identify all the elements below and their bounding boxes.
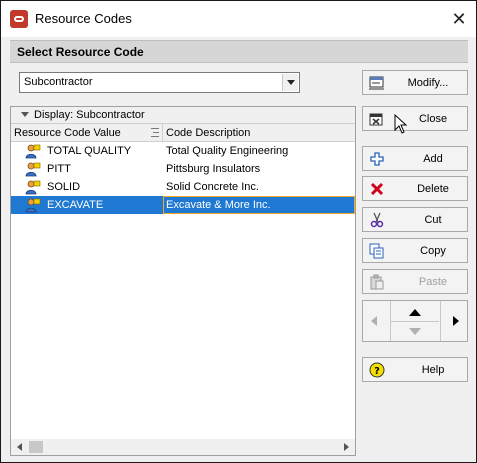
cut-button[interactable]: Cut — [362, 207, 468, 232]
delete-button-label: Delete — [417, 183, 449, 195]
nav-divider-right — [440, 301, 441, 341]
column-header-label: Resource Code Value — [14, 127, 121, 139]
resource-person-icon — [25, 197, 41, 213]
column-header-description[interactable]: Code Description — [163, 124, 355, 142]
red-x-icon — [369, 181, 385, 197]
move-right-icon[interactable] — [453, 316, 459, 326]
column-header-label: Code Description — [166, 127, 251, 139]
modify-icon — [369, 75, 385, 91]
scroll-right-icon[interactable] — [344, 443, 349, 451]
table-row[interactable]: SOLID Solid Concrete Inc. — [11, 178, 355, 196]
horizontal-scrollbar[interactable] — [11, 439, 355, 455]
modify-button[interactable]: Modify... — [362, 70, 468, 95]
code-value-cell: SOLID — [47, 181, 81, 193]
move-up-icon[interactable] — [409, 309, 421, 316]
resource-person-icon — [25, 179, 41, 195]
paste-button-label: Paste — [418, 276, 448, 288]
close-dialog-icon — [369, 111, 385, 127]
resource-code-select[interactable]: Subcontractor — [19, 72, 300, 93]
move-left-icon[interactable] — [371, 316, 377, 326]
paste-button[interactable]: Paste — [362, 269, 468, 294]
mouse-cursor-icon — [394, 114, 408, 134]
resource-person-icon — [25, 161, 41, 177]
code-description-cell: Pittsburg Insulators — [166, 163, 261, 175]
modify-button-label: Modify... — [407, 77, 449, 89]
resource-person-icon — [25, 143, 41, 159]
svg-text:?: ? — [374, 366, 380, 377]
chevron-down-icon[interactable] — [282, 74, 298, 91]
help-button-label: Help — [421, 364, 445, 376]
group-header-label: Display: Subcontractor — [34, 109, 145, 121]
add-button[interactable]: Add — [362, 146, 468, 171]
copy-button-label: Copy — [420, 245, 446, 257]
help-button[interactable]: ? Help — [362, 357, 468, 382]
table-row[interactable]: TOTAL QUALITY Total Quality Engineering — [11, 142, 355, 160]
window-close-button[interactable]: ✕ — [448, 8, 470, 30]
paste-icon — [369, 274, 385, 290]
help-icon: ? — [369, 362, 385, 378]
table-row[interactable]: PITT Pittsburg Insulators — [11, 160, 355, 178]
resource-codes-dialog: Resource Codes ✕ Select Resource Code Su… — [0, 0, 477, 463]
code-value-cell: PITT — [47, 163, 71, 175]
scrollbar-thumb[interactable] — [29, 441, 43, 453]
move-down-icon[interactable] — [409, 328, 421, 335]
code-value-cell: EXCAVATE — [47, 199, 104, 211]
copy-button[interactable]: Copy — [362, 238, 468, 263]
delete-button[interactable]: Delete — [362, 176, 468, 201]
close-button[interactable]: Close — [362, 106, 468, 131]
move-navigation-pad — [362, 300, 468, 342]
column-header-code-value[interactable]: Resource Code Value — [11, 124, 163, 142]
scroll-left-icon[interactable] — [17, 443, 22, 451]
oracle-logo-icon — [10, 10, 28, 28]
chevron-down-icon[interactable] — [21, 112, 29, 117]
code-description-cell: Excavate & More Inc. — [166, 199, 271, 211]
nav-divider-middle — [391, 321, 439, 322]
sort-filter-icon[interactable] — [151, 128, 159, 137]
code-description-cell: Solid Concrete Inc. — [166, 181, 259, 193]
section-header: Select Resource Code — [10, 40, 468, 63]
title-bar: Resource Codes ✕ — [1, 1, 476, 37]
add-button-label: Add — [423, 153, 443, 165]
close-button-label: Close — [418, 113, 448, 125]
group-header[interactable]: Display: Subcontractor — [11, 107, 355, 124]
table-row-selected[interactable]: EXCAVATE Excavate & More Inc. — [11, 196, 355, 214]
copy-icon — [369, 243, 385, 259]
resource-code-select-value: Subcontractor — [24, 76, 93, 88]
code-description-cell: Total Quality Engineering — [166, 145, 289, 157]
resource-code-table: Display: Subcontractor Resource Code Val… — [10, 106, 356, 456]
code-value-cell: TOTAL QUALITY — [47, 145, 132, 157]
cut-button-label: Cut — [424, 214, 442, 226]
scissors-icon — [369, 212, 385, 228]
section-header-label: Select Resource Code — [17, 45, 144, 59]
plus-icon — [369, 151, 385, 167]
window-title: Resource Codes — [35, 11, 132, 26]
